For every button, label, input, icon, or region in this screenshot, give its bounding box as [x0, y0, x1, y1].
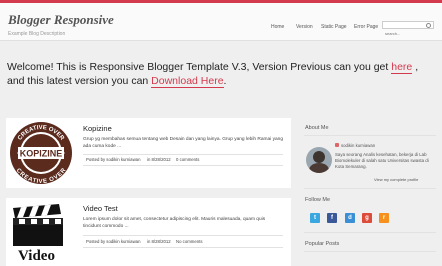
rss-icon[interactable]: r: [379, 213, 389, 223]
post-date: in 8/28/2012: [147, 239, 171, 244]
welcome-text-end: .: [223, 75, 227, 87]
post-comments[interactable]: No comments: [176, 239, 203, 244]
nav-version[interactable]: Version: [296, 24, 313, 30]
search-input[interactable]: [383, 30, 425, 37]
search-icon[interactable]: [426, 23, 431, 28]
author-bio: Saya seorang Analis kesehatan, bekerja d…: [335, 152, 429, 169]
post-title[interactable]: Kopizine: [83, 124, 112, 133]
post-card-kopizine: KOPIZINE CREATIVE OVER CREATIVE OVER Kop…: [6, 118, 291, 188]
popular-posts-heading: Popular Posts: [305, 241, 340, 247]
post-snippet: Grup yg membahas semua tentang web Desai…: [83, 137, 283, 149]
twitter-icon[interactable]: t: [310, 213, 320, 223]
post-card-video-test: Video Video Test Lorem ipsum dolor sit a…: [6, 198, 291, 266]
post-divider: [83, 247, 283, 248]
facebook-icon[interactable]: f: [327, 213, 337, 223]
avatar[interactable]: [306, 147, 332, 173]
author-name[interactable]: sodikin kurniawan: [341, 143, 375, 148]
search-box[interactable]: [382, 21, 434, 37]
kopizine-logo-word: KOPIZINE: [20, 149, 63, 159]
video-caption: Video: [18, 248, 55, 264]
google-plus-icon[interactable]: g: [362, 213, 372, 223]
kopizine-logo[interactable]: KOPIZINE CREATIVE OVER CREATIVE OVER: [8, 120, 74, 186]
nav-error-page[interactable]: Error Page: [354, 24, 378, 30]
post-snippet: Lorem ipsum dolor sit amet, consectetur …: [83, 217, 266, 229]
welcome-text: Welcome! This is Responsive Blogger Temp…: [7, 61, 389, 73]
welcome-message: Welcome! This is Responsive Blogger Temp…: [7, 60, 435, 88]
sidebar-divider: [304, 232, 436, 233]
download-link[interactable]: Download Here: [151, 75, 224, 88]
site-tagline: Example Blog Description: [8, 31, 66, 37]
delicious-icon[interactable]: d: [345, 213, 355, 223]
post-divider: [83, 235, 283, 236]
nav-home[interactable]: Home: [271, 24, 284, 30]
site-title[interactable]: Blogger Responsive: [8, 12, 114, 28]
nav-static-page[interactable]: Static Page: [321, 24, 347, 30]
post-author[interactable]: Posted by sodikin kurniawan: [86, 157, 140, 162]
profile-icon: [335, 143, 339, 147]
post-divider: [83, 154, 283, 155]
sidebar-divider: [304, 135, 436, 136]
here-link[interactable]: here: [391, 61, 413, 74]
post-author[interactable]: Posted by sodikin kurniawan: [86, 239, 140, 244]
post-comments[interactable]: 0 comments: [176, 157, 199, 162]
sidebar-divider: [304, 251, 436, 252]
post-divider: [83, 165, 283, 166]
sidebar-divider: [304, 188, 436, 189]
post-title[interactable]: Video Test: [83, 204, 118, 213]
about-me-heading: About Me: [305, 125, 329, 131]
follow-me-heading: Follow Me: [305, 197, 331, 203]
clapperboard-icon[interactable]: [11, 204, 67, 248]
site-header: Blogger Responsive Example Blog Descript…: [0, 3, 442, 41]
view-profile-link[interactable]: View my complete profile: [374, 177, 418, 182]
post-date: in 8/28/2012: [147, 157, 171, 162]
